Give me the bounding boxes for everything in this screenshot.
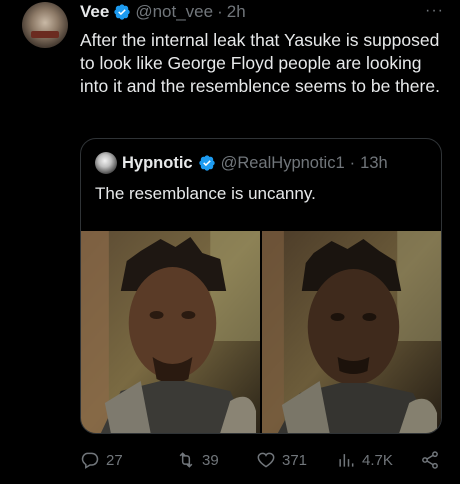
reply-button[interactable]: 27 [80,446,123,474]
quoted-author-name[interactable]: Hypnotic [122,154,193,173]
verified-badge-icon [198,155,215,171]
tweet-text: After the internal leak that Yasuke is s… [80,30,440,96]
quoted-tweet-time[interactable]: 13h [360,154,388,173]
like-button[interactable]: 371 [256,446,307,474]
heart-icon [257,452,275,468]
quoted-author-avatar[interactable] [95,152,117,174]
tweet-header: Vee @not_vee · 2h [80,2,246,22]
share-button[interactable] [420,446,440,474]
retweet-button[interactable]: 39 [176,446,219,474]
media-image-right[interactable] [262,231,441,433]
author-avatar[interactable] [22,2,68,48]
quoted-author-handle[interactable]: @RealHypnotic1 [221,154,345,173]
reply-icon [81,452,99,469]
views-count: 4.7K [362,451,393,469]
author-name[interactable]: Vee [80,2,109,22]
quoted-tweet-header: Hypnotic @RealHypnotic1 · 13h [95,152,388,174]
quoted-header-separator: · [349,153,356,172]
tweet-time[interactable]: 2h [227,2,246,22]
retweet-count: 39 [202,451,219,469]
views-icon [339,454,354,467]
quoted-media-grid [81,231,441,433]
views-button[interactable]: 4.7K [336,446,393,474]
media-image-left[interactable] [81,231,260,433]
tweet-actions: 27 39 371 4.7K [80,446,452,474]
like-count: 371 [282,451,308,469]
tweet[interactable]: Vee @not_vee · 2h ··· After the internal… [0,0,460,484]
quoted-tweet-text: The resemblance is uncanny. [95,184,316,203]
more-options-button[interactable]: ··· [425,2,444,20]
reply-count: 27 [106,451,123,469]
header-separator: · [217,2,223,21]
author-handle[interactable]: @not_vee [135,2,213,22]
quoted-tweet[interactable]: Hypnotic @RealHypnotic1 · 13h The resemb… [80,138,442,434]
share-icon [422,451,438,469]
retweet-icon [179,452,193,468]
verified-badge-icon [114,4,130,20]
